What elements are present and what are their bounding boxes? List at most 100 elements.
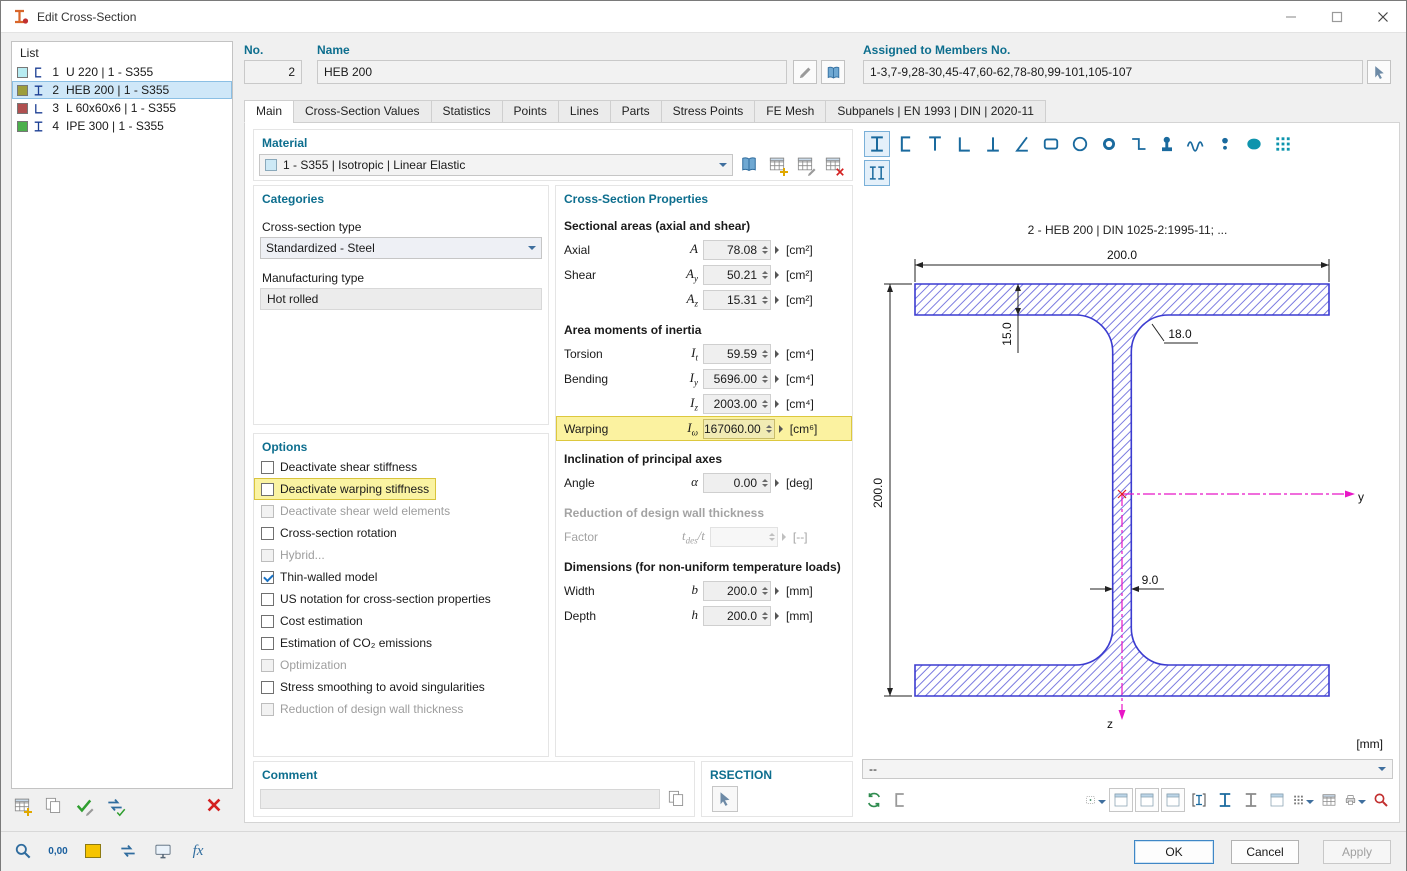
option-cost-estimation[interactable]: Cost estimation [254,610,370,632]
comment-input[interactable] [260,789,660,809]
tab-points[interactable]: Points [502,100,558,123]
list-item[interactable]: 4 IPE 300 | 1 - S355 [12,117,232,135]
fe-mesh-section-button[interactable] [1270,131,1296,157]
list-item-selected[interactable]: 2 HEB 200 | 1 - S355 [12,81,232,99]
name-field[interactable] [317,60,787,84]
detail-arrow-button[interactable] [775,479,783,487]
display-properties-button[interactable] [151,839,175,863]
delete-cross-section-button[interactable] [203,795,225,817]
rail-section-button[interactable] [1154,131,1180,157]
spinner-arrows[interactable] [760,268,770,282]
section-bracket-view-button[interactable] [1187,788,1211,812]
decimal-places-button[interactable]: 0,00 [46,839,70,863]
detail-arrow-button[interactable] [775,296,783,304]
stress-points-visibility-button[interactable] [1083,788,1107,812]
checkbox-icon[interactable] [261,527,274,540]
checkbox-icon[interactable] [261,637,274,650]
spinner-arrows[interactable] [760,397,770,411]
exchange-cross-section-button[interactable] [104,795,126,817]
apply-button[interactable]: Apply [1323,840,1391,864]
solid-section-button[interactable] [1241,131,1267,157]
detail-arrow-button[interactable] [775,246,783,254]
option-co2-emissions[interactable]: Estimation of CO₂ emissions [254,632,439,654]
detail-arrow-button[interactable] [775,271,783,279]
edit-material-button[interactable] [793,153,817,177]
grid-options-button[interactable] [1291,788,1315,812]
cross-section-type-combobox[interactable]: Standardized - Steel [260,237,542,259]
i-section-button[interactable] [864,131,890,157]
option-us-notation[interactable]: US notation for cross-section properties [254,588,498,610]
checkbox-icon[interactable] [261,483,274,496]
ok-button[interactable]: OK [1134,840,1214,864]
detail-arrow-button[interactable] [775,350,783,358]
no-field[interactable] [244,60,302,84]
minimize-button[interactable] [1268,1,1314,33]
material-library-button[interactable] [737,153,761,177]
result-combobox[interactable]: -- [862,759,1393,779]
option-cross-section-rotation[interactable]: Cross-section rotation [254,522,404,544]
value-field[interactable]: 200.0 [703,606,771,626]
channel-section-button[interactable] [893,131,919,157]
section-orientation-button[interactable] [888,788,912,812]
value-field[interactable]: 78.08 [703,240,771,260]
select-members-button[interactable] [1367,60,1391,84]
transfer-settings-button[interactable] [116,839,140,863]
print-button[interactable] [1343,788,1367,812]
detail-arrow-button[interactable] [775,375,783,383]
copy-comment-button[interactable] [664,787,688,811]
new-material-button[interactable] [765,153,789,177]
value-field[interactable]: 167060.00 [703,419,775,439]
spinner-arrows[interactable] [760,609,770,623]
tab-stress-points[interactable]: Stress Points [661,100,755,123]
assigned-members-field[interactable] [863,60,1363,84]
spinner-arrows[interactable] [764,422,774,436]
numbering-display-button[interactable] [1265,788,1289,812]
checkbox-icon[interactable] [261,681,274,694]
pipe-section-button[interactable] [1096,131,1122,157]
detail-arrow-button[interactable] [775,400,783,408]
point-section-button[interactable] [1212,131,1238,157]
view-layout-2-button[interactable] [1135,788,1159,812]
tab-main[interactable]: Main [244,100,293,123]
section-outline-view-button[interactable] [1239,788,1263,812]
material-combobox[interactable]: 1 - S355 | Isotropic | Linear Elastic [259,154,733,176]
value-field[interactable]: 59.59 [703,344,771,364]
color-legend-button[interactable] [81,839,105,863]
value-field[interactable]: 200.0 [703,581,771,601]
view-layout-3-button[interactable] [1161,788,1185,812]
spinner-arrows[interactable] [760,476,770,490]
spinner-arrows[interactable] [760,243,770,257]
value-field[interactable]: 15.31 [703,290,771,310]
tab-statistics[interactable]: Statistics [431,100,502,123]
close-button[interactable] [1360,1,1406,33]
checkbox-icon[interactable] [261,615,274,628]
rename-button[interactable] [793,60,817,84]
spinner-arrows[interactable] [760,372,770,386]
new-cross-section-button[interactable] [11,795,33,817]
view-layout-1-button[interactable] [1109,788,1133,812]
find-cross-section-button[interactable] [11,839,35,863]
detail-arrow-button[interactable] [775,587,783,595]
cancel-button[interactable]: Cancel [1231,840,1299,864]
double-i-section-button[interactable] [864,160,890,186]
z-section-button[interactable] [1125,131,1151,157]
tab-fe-mesh[interactable]: FE Mesh [754,100,825,123]
zoom-reset-button[interactable] [1369,788,1393,812]
option-thin-walled-model[interactable]: Thin-walled model [254,566,384,588]
section-solid-view-button[interactable] [1213,788,1237,812]
hollow-circle-section-button[interactable] [1067,131,1093,157]
angle-section-button[interactable] [951,131,977,157]
check-cross-section-button[interactable] [73,795,95,817]
checkbox-icon[interactable] [261,461,274,474]
tab-subpanels[interactable]: Subpanels | EN 1993 | DIN | 2020-11 [825,100,1046,123]
maximize-button[interactable] [1314,1,1360,33]
copy-cross-section-button[interactable] [42,795,64,817]
spinner-arrows[interactable] [760,347,770,361]
tee-section-button[interactable] [922,131,948,157]
option-deactivate-shear-stiffness[interactable]: Deactivate shear stiffness [254,456,424,478]
list-item[interactable]: 1 U 220 | 1 - S355 [12,63,232,81]
option-deactivate-warping-stiffness[interactable]: Deactivate warping stiffness [254,478,436,500]
refresh-view-button[interactable] [862,788,886,812]
option-stress-smoothing[interactable]: Stress smoothing to avoid singularities [254,676,492,698]
spinner-arrows[interactable] [760,584,770,598]
